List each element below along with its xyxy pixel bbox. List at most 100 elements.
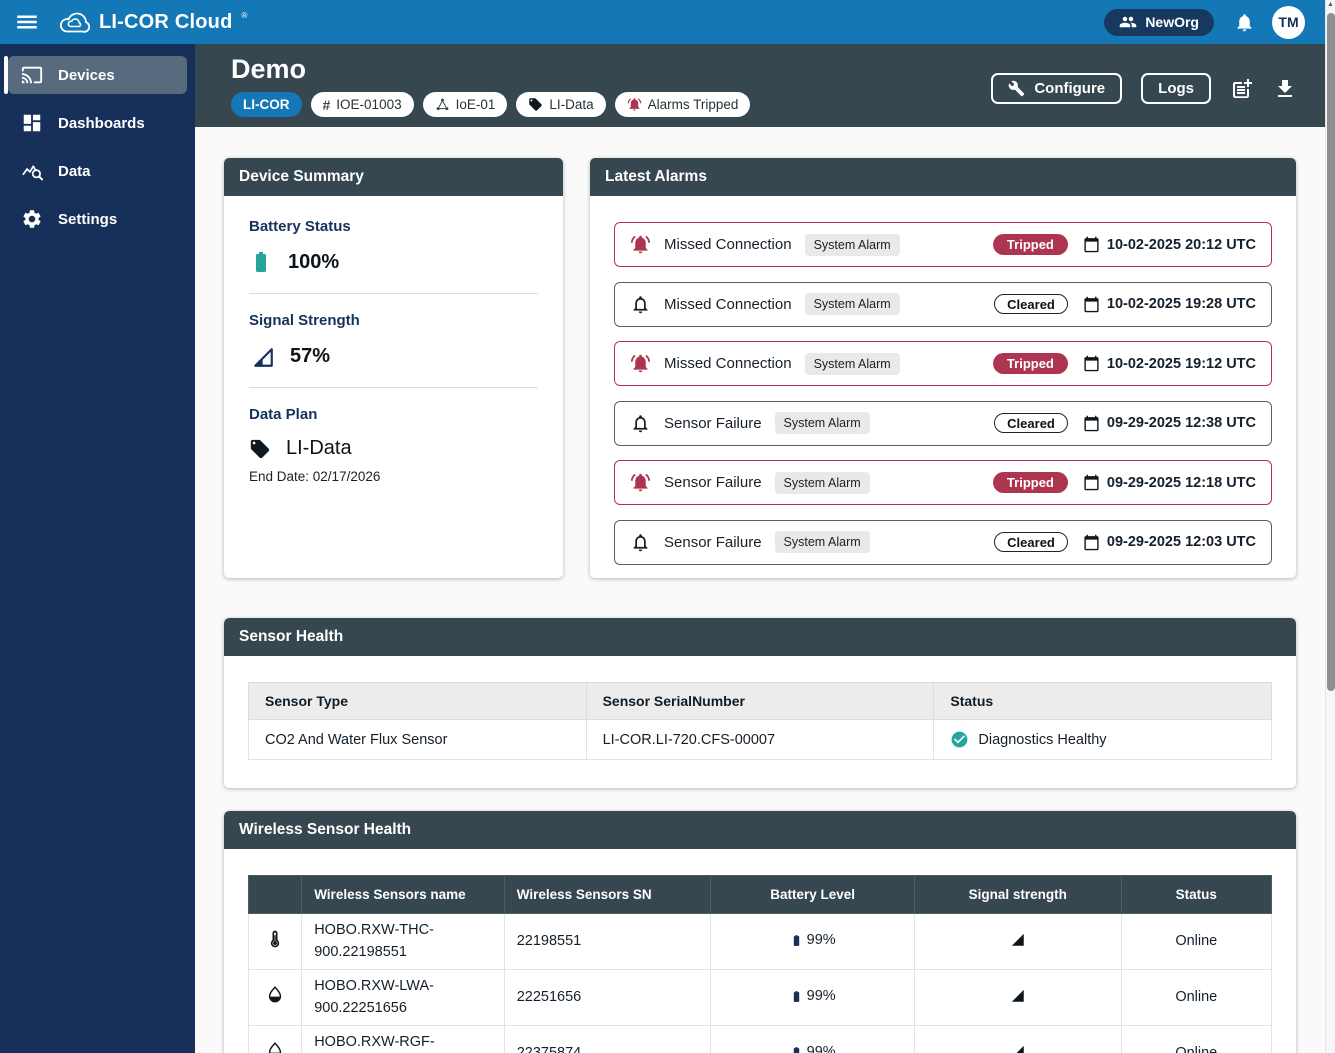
alarm-bell-outline-icon — [630, 413, 651, 434]
alarm-name: Sensor Failure — [664, 415, 762, 432]
alarm-row[interactable]: Missed Connection System Alarm Tripped 1… — [614, 341, 1272, 386]
column-header: Signal strength — [914, 876, 1121, 914]
plan-end-date: End Date: 02/17/2026 — [249, 469, 538, 484]
dashboard-icon — [21, 112, 43, 134]
alarm-name: Missed Connection — [664, 355, 792, 372]
column-header: Wireless Sensors name — [302, 876, 505, 914]
calendar-icon — [1083, 355, 1100, 372]
data-plan-value-row: LI-Data — [249, 437, 538, 460]
menu-icon[interactable] — [14, 9, 40, 35]
chip-ioe-model: IoE-01 — [423, 92, 508, 117]
device-summary-card: Device Summary Battery Status 100% Signa… — [224, 158, 563, 578]
wireless-sensor-health-body: Wireless Sensors name Wireless Sensors S… — [224, 849, 1296, 1053]
brand-logo[interactable]: LI-COR Cloud ® — [58, 9, 247, 35]
signal-strength-cell — [914, 969, 1121, 1025]
configure-button[interactable]: Configure — [991, 73, 1122, 104]
alarm-name: Sensor Failure — [664, 474, 762, 491]
table-row: HOBO.RXW-THC-900.22198551 22198551 99% O… — [249, 914, 1272, 970]
battery-text: 99% — [807, 932, 836, 948]
alarm-timestamp: 10-02-2025 19:12 UTC — [1083, 355, 1256, 372]
timestamp-text: 09-29-2025 12:38 UTC — [1107, 415, 1256, 431]
sidebar-item-data[interactable]: Data — [8, 152, 187, 190]
sensor-type-icon-cell — [249, 1025, 302, 1053]
device-summary-title: Device Summary — [224, 158, 563, 196]
battery-icon — [790, 990, 803, 1003]
calendar-icon — [1083, 296, 1100, 313]
battery-icon — [249, 249, 273, 275]
table-row: HOBO.RXW-LWA-900.22251656 22251656 99% O… — [249, 969, 1272, 1025]
sensor-name-cell: HOBO.RXW-LWA-900.22251656 — [302, 969, 505, 1025]
alarm-bell-icon — [627, 97, 642, 112]
notifications-bell-icon[interactable] — [1234, 12, 1255, 33]
alarm-type-badge: System Alarm — [775, 412, 870, 434]
status-badge: Tripped — [993, 234, 1068, 255]
page-scrollbar[interactable]: ▲ — [1325, 0, 1335, 1053]
sensor-status-cell: Diagnostics Healthy — [934, 720, 1272, 760]
status-cell: Online — [1121, 969, 1271, 1025]
signal-full-icon — [1010, 932, 1025, 947]
post-add-icon[interactable] — [1230, 77, 1254, 101]
org-name: NewOrg — [1145, 14, 1199, 30]
latest-alarms-title: Latest Alarms — [590, 158, 1296, 196]
sidebar-item-devices[interactable]: Devices — [8, 56, 187, 94]
battery-level-cell: 99% — [711, 969, 915, 1025]
column-header: Sensor Type — [249, 683, 587, 720]
status-badge: Tripped — [993, 353, 1068, 374]
signal-strength-cell — [914, 1025, 1121, 1053]
battery-text: 99% — [807, 988, 836, 1004]
alarm-type-badge: System Alarm — [775, 531, 870, 553]
alarm-name: Missed Connection — [664, 296, 792, 313]
timestamp-text: 10-02-2025 20:12 UTC — [1107, 237, 1256, 253]
status-badge: Cleared — [994, 532, 1068, 552]
alarm-row[interactable]: Sensor Failure System Alarm Tripped 09-2… — [614, 460, 1272, 505]
org-switcher-button[interactable]: NewOrg — [1104, 9, 1214, 36]
top-app-bar: LI-COR Cloud ® NewOrg TM — [0, 0, 1335, 44]
timestamp-text: 10-02-2025 19:28 UTC — [1107, 296, 1256, 312]
data-plan-label: Data Plan — [249, 406, 538, 423]
battery-status-label: Battery Status — [249, 218, 538, 235]
status-badge: Tripped — [993, 472, 1068, 493]
main-content: Device Summary Battery Status 100% Signa… — [195, 127, 1325, 1053]
chip-label: Alarms Tripped — [648, 97, 739, 112]
signal-full-icon — [1010, 1044, 1025, 1053]
battery-status-value-row: 100% — [249, 249, 538, 275]
user-avatar[interactable]: TM — [1272, 6, 1305, 39]
logs-button[interactable]: Logs — [1141, 73, 1211, 104]
alarm-row[interactable]: Missed Connection System Alarm Cleared 1… — [614, 282, 1272, 327]
chip-licor: LI-COR — [231, 92, 302, 117]
sidebar-item-settings[interactable]: Settings — [8, 200, 187, 238]
sidebar-item-dashboards[interactable]: Dashboards — [8, 104, 187, 142]
hub-icon — [435, 97, 450, 112]
calendar-icon — [1083, 415, 1100, 432]
chip-label: IOE-01003 — [336, 97, 401, 112]
sensor-type-icon-cell — [249, 914, 302, 970]
alarm-timestamp: 10-02-2025 20:12 UTC — [1083, 236, 1256, 253]
battery-value: 100% — [288, 251, 339, 274]
alarm-ringing-bell-icon — [630, 234, 651, 255]
scrollbar-thumb[interactable] — [1327, 13, 1335, 691]
sidebar-item-label: Settings — [58, 211, 117, 228]
wrench-icon — [1008, 80, 1025, 97]
sensor-name-cell: HOBO.RXW-RGF-900.22375874 — [302, 1025, 505, 1053]
signal-value: 57% — [290, 345, 330, 368]
sensor-sn-cell: 22198551 — [504, 914, 711, 970]
tag-icon — [249, 438, 271, 460]
alarm-row[interactable]: Missed Connection System Alarm Tripped 1… — [614, 222, 1272, 267]
alarm-row[interactable]: Sensor Failure System Alarm Cleared 09-2… — [614, 520, 1272, 565]
alarm-name: Sensor Failure — [664, 534, 762, 551]
scrollbar-up-arrow-icon[interactable]: ▲ — [1326, 1, 1335, 8]
tag-icon — [528, 97, 543, 112]
alarm-row[interactable]: Sensor Failure System Alarm Cleared 09-2… — [614, 401, 1272, 446]
alarm-bell-outline-icon — [630, 294, 651, 315]
alarm-type-badge: System Alarm — [775, 472, 870, 494]
signal-strength-label: Signal Strength — [249, 312, 538, 329]
signal-strength-value-row: 57% — [249, 343, 538, 369]
header-actions: Configure Logs — [991, 73, 1297, 104]
timestamp-text: 10-02-2025 19:12 UTC — [1107, 356, 1256, 372]
battery-level-cell: 99% — [711, 1025, 915, 1053]
download-icon[interactable] — [1273, 77, 1297, 101]
column-header: Battery Level — [711, 876, 915, 914]
data-plan-name: LI-Data — [286, 437, 352, 460]
alarm-bell-outline-icon — [630, 532, 651, 553]
water-drop-icon — [265, 985, 285, 1005]
